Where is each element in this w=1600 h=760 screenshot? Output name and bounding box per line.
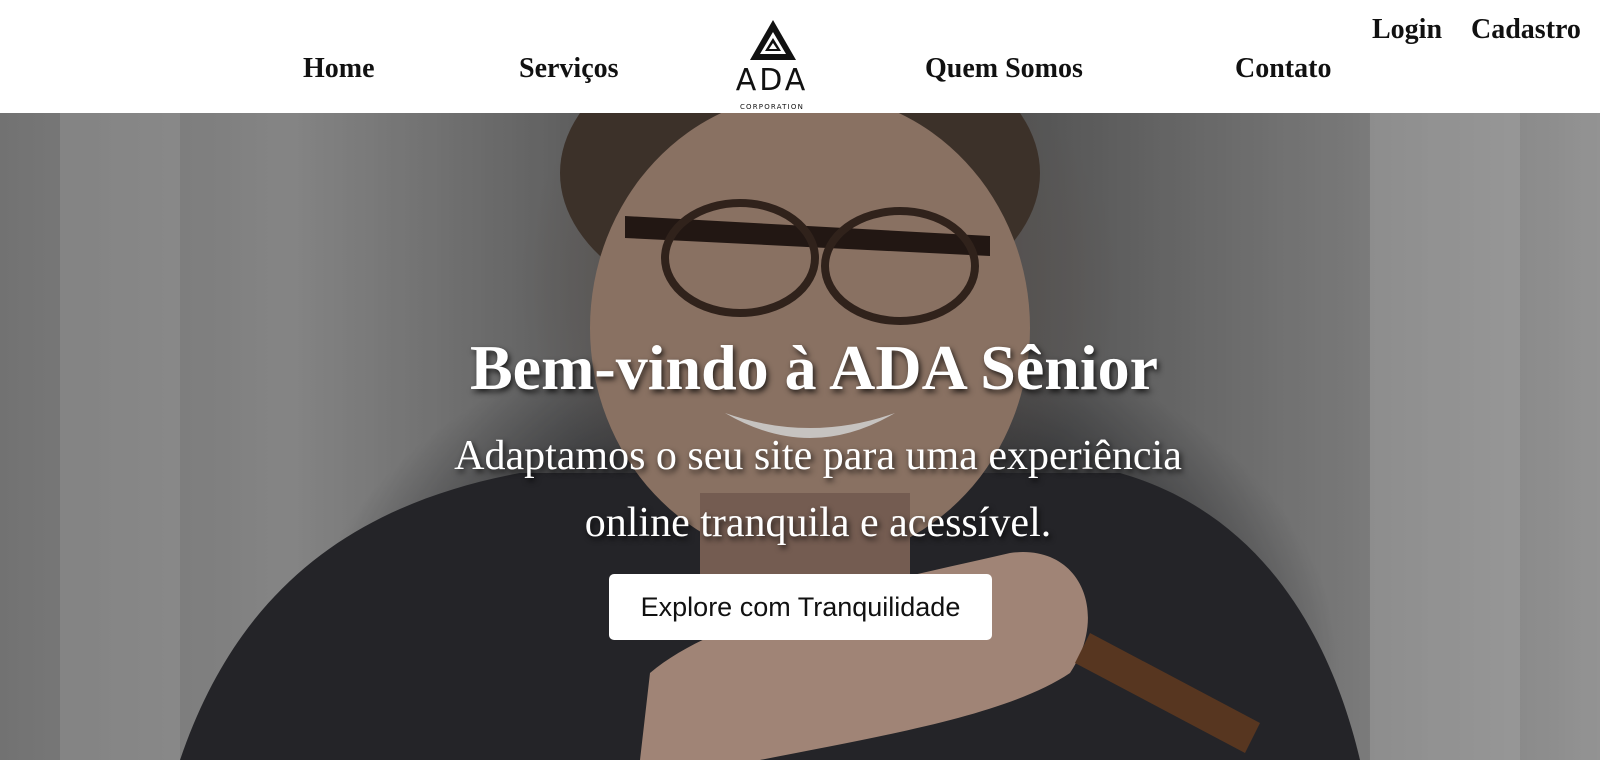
nav-link-quem-somos[interactable]: Quem Somos	[925, 53, 1083, 85]
explore-button[interactable]: Explore com Tranquilidade	[609, 574, 992, 640]
hero-section: Bem-vindo à ADA Sênior Adaptamos o seu s…	[0, 113, 1600, 760]
signup-link[interactable]: Cadastro	[1471, 14, 1581, 46]
logo-subtitle: CORPORATION	[739, 103, 805, 111]
ada-logo-mark-icon	[750, 20, 796, 60]
hero-subtitle: Adaptamos o seu site para uma experiênci…	[454, 433, 1182, 546]
site-header: Home Serviços ADA CORPORATION Quem Somos…	[0, 0, 1600, 113]
login-link[interactable]: Login	[1372, 14, 1442, 46]
ada-logo[interactable]: ADA CORPORATION	[718, 18, 826, 113]
logo-wordmark: ADA	[735, 63, 809, 98]
nav-link-servicos[interactable]: Serviços	[519, 53, 619, 85]
nav-link-home[interactable]: Home	[303, 53, 375, 85]
nav-link-contato[interactable]: Contato	[1235, 53, 1331, 85]
hero-title: Bem-vindo à ADA Sênior	[469, 332, 1159, 403]
